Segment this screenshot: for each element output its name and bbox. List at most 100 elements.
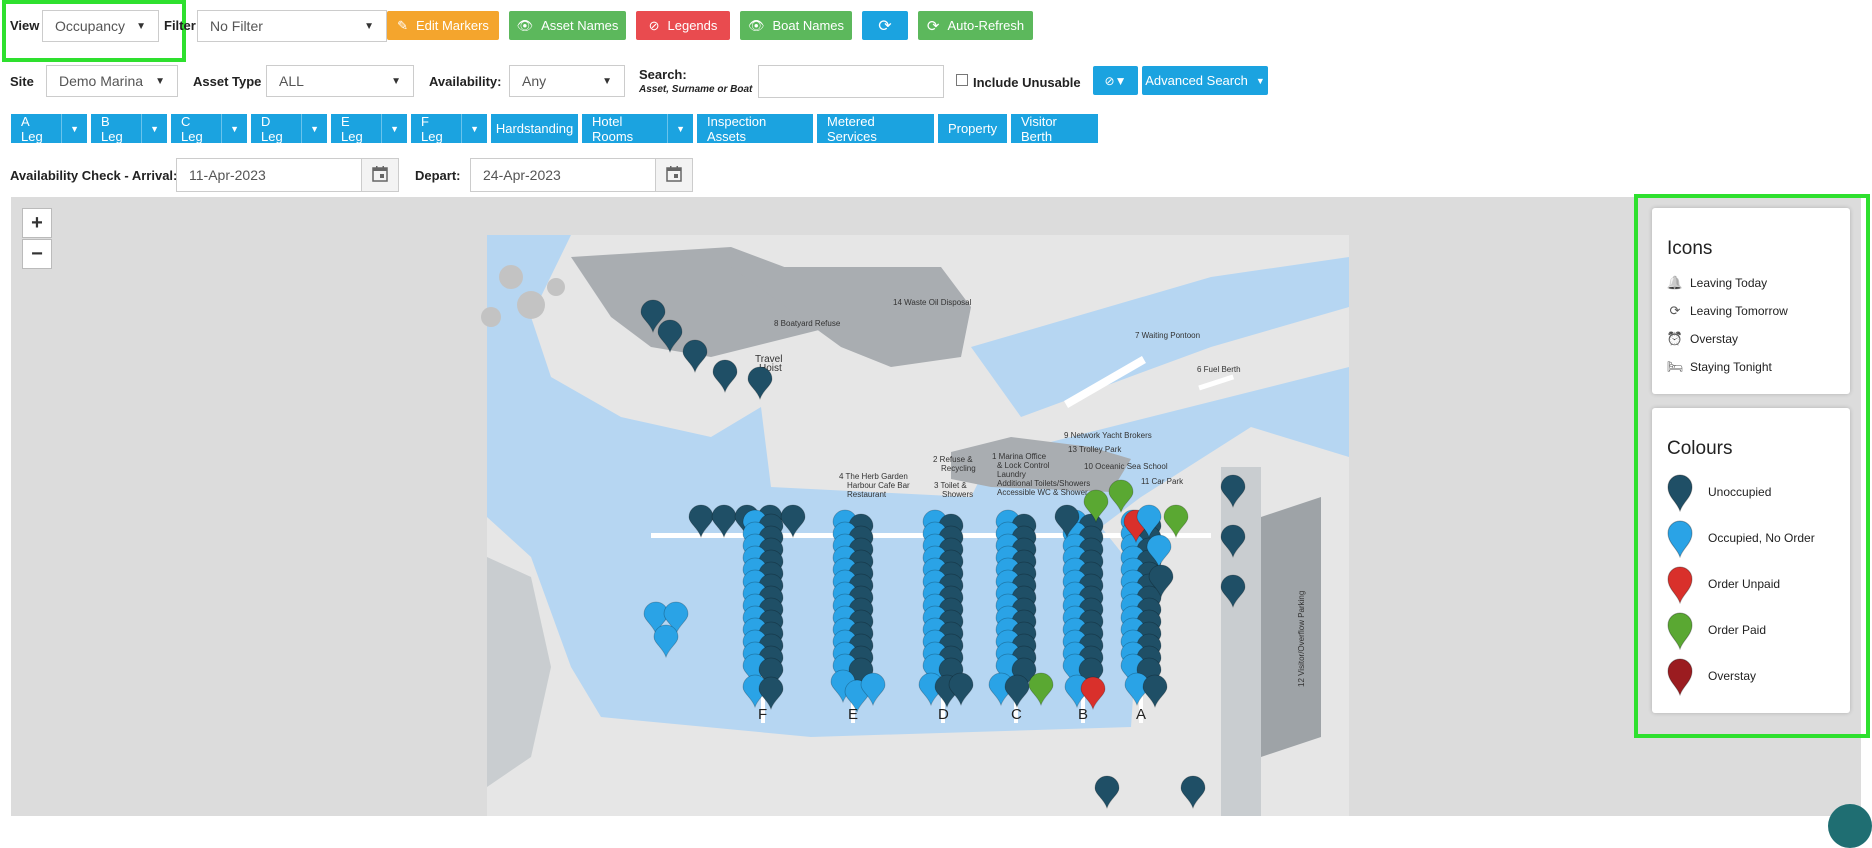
icons-legend-panel: Icons 🔔 Leaving Today ⟳ Leaving Tomorrow ⏰ Ov… — [1652, 208, 1850, 394]
colour-legend-row: Order Paid — [1666, 610, 1766, 650]
marina-map-canvas[interactable]: 14 Waste Oil Disposal8 Boatyard RefuseTr… — [11, 197, 1861, 816]
arrival-label: Availability Check - Arrival: — [10, 168, 178, 183]
depart-calendar-button[interactable] — [655, 158, 693, 192]
map-label-car-park: 11 Car Park — [1141, 477, 1184, 486]
filter-label: Filter — [164, 18, 196, 33]
map-pin-icon — [1667, 658, 1693, 696]
arrival-date-input[interactable]: 11-Apr-2023 — [176, 158, 362, 192]
search-input[interactable] — [758, 65, 944, 98]
chevron-down-icon: ▼ — [155, 75, 165, 87]
leg-button-inspection-assets[interactable]: Inspection Assets — [697, 113, 813, 144]
map-label-network-yacht: 9 Network Yacht Brokers — [1064, 431, 1152, 440]
asset-type-select[interactable]: ALL ▼ — [266, 65, 414, 97]
leg-button-metered-services[interactable]: Metered Services — [817, 113, 934, 144]
map-label-fuel-berth: 6 Fuel Berth — [1197, 365, 1241, 374]
leg-button-hotel-rooms[interactable]: Hotel Rooms ▼ — [582, 114, 693, 144]
map-label-oceanic: 10 Oceanic Sea School — [1084, 462, 1168, 471]
search-label: Search: — [639, 67, 687, 82]
icon-legend-row: ⏰ Overstay — [1666, 331, 1738, 347]
auto-refresh-button[interactable]: ⟳ Auto-Refresh — [918, 11, 1033, 40]
availability-label: Availability: — [429, 74, 502, 89]
filter-select-value: No Filter — [210, 18, 263, 34]
leg-button-label: E Leg — [341, 113, 363, 144]
leg-button-label: Inspection Assets — [707, 113, 767, 144]
caret-down-icon[interactable]: ▼ — [301, 114, 327, 143]
edit-markers-label: Edit Markers — [415, 18, 489, 33]
caret-down-icon[interactable]: ▼ — [461, 114, 487, 143]
refresh-icon: ⟳ — [878, 17, 892, 35]
depart-date-input[interactable]: 24-Apr-2023 — [470, 158, 656, 192]
map-label-toilet-1: 3 Toilet & — [934, 481, 967, 490]
leg-letter-c: C — [1011, 706, 1022, 723]
edit-markers-button[interactable]: ✎ Edit Markers — [387, 11, 499, 40]
edit-icon: ✎ — [397, 17, 408, 33]
colour-legend-label: Unoccupied — [1708, 485, 1772, 499]
map-label-herb-3: Restaurant — [847, 490, 887, 499]
leg-button-a-leg[interactable]: A Leg ▼ — [11, 113, 87, 144]
pin-shape — [1667, 566, 1693, 604]
site-label: Site — [10, 74, 34, 89]
bed-icon: 🛏 — [1666, 359, 1684, 374]
arrival-calendar-button[interactable] — [361, 158, 399, 192]
boat-names-button[interactable]: 👁 Boat Names — [740, 11, 852, 40]
icon-legend-label: Staying Tonight — [1690, 360, 1772, 374]
leg-button-label: A Leg — [21, 113, 43, 144]
marina-map[interactable]: 14 Waste Oil Disposal 8 Boatyard Refuse Tr… — [11, 197, 1861, 816]
icon-legend-label: Leaving Tomorrow — [1690, 304, 1788, 318]
caret-down-icon[interactable]: ▼ — [61, 114, 87, 143]
chevron-down-icon: ▼ — [136, 20, 146, 32]
arrival-date-value: 11-Apr-2023 — [189, 167, 266, 183]
bell-icon: 🔔 — [1666, 275, 1684, 290]
view-select[interactable]: Occupancy ▼ — [42, 10, 159, 42]
refresh-button[interactable]: ⟳ — [862, 11, 908, 40]
leg-button-d-leg[interactable]: D Leg ▼ — [251, 114, 327, 144]
refresh-icon: ⟳ — [1669, 303, 1681, 318]
leg-letter-e: E — [848, 706, 858, 723]
filter-clear-icon: ⊘▼ — [1104, 73, 1127, 88]
leg-button-hardstanding[interactable]: Hardstanding — [491, 114, 578, 143]
include-unusable-checkbox[interactable] — [956, 74, 968, 86]
map-label-trolley-park: 13 Trolley Park — [1068, 445, 1122, 454]
map-label-refuse-1: 2 Refuse & — [933, 455, 973, 464]
map-label-boatyard: 8 Boatyard Refuse — [774, 319, 841, 328]
asset-names-button[interactable]: 👁 Asset Names — [509, 11, 626, 40]
map-label-marina-office-5: Accessible WC & Shower — [997, 488, 1088, 497]
pin-shape — [1667, 658, 1693, 696]
icon-legend-label: Overstay — [1690, 332, 1739, 346]
colour-legend-row: Unoccupied — [1666, 472, 1771, 512]
chat-bubble[interactable] — [1828, 804, 1872, 848]
advanced-search-label: Advanced Search — [1145, 73, 1248, 88]
filter-select[interactable]: No Filter ▼ — [197, 10, 387, 42]
advanced-search-button[interactable]: Advanced Search ▼ — [1142, 66, 1268, 95]
leg-button-label: B Leg — [101, 113, 123, 144]
leg-letter-a: A — [1136, 706, 1146, 723]
map-label-marina-office-1: 1 Marina Office — [992, 452, 1047, 461]
chevron-down-icon: ▼ — [1255, 75, 1265, 86]
leg-button-e-leg[interactable]: E Leg ▼ — [331, 113, 407, 144]
leg-button-visitor-berth[interactable]: Visitor Berth — [1011, 114, 1098, 144]
caret-down-icon[interactable]: ▼ — [381, 114, 407, 143]
availability-select[interactable]: Any ▼ — [509, 65, 625, 97]
leg-button-property[interactable]: Property — [938, 114, 1007, 143]
icons-legend-title: Icons — [1667, 238, 1713, 259]
leg-button-b-leg[interactable]: B Leg ▼ — [91, 113, 167, 144]
caret-down-icon[interactable]: ▼ — [141, 114, 167, 143]
colours-legend-panel: Colours Unoccupied Occupied, No Order Orde… — [1652, 408, 1850, 713]
leg-button-f-leg[interactable]: F Leg ▼ — [411, 114, 487, 144]
clear-filter-button[interactable]: ⊘▼ — [1093, 66, 1138, 95]
icon-legend-row: 🔔 Leaving Today — [1666, 275, 1767, 291]
zoom-in-button[interactable]: + — [22, 208, 52, 238]
icon-legend-label: Leaving Today — [1690, 276, 1768, 290]
leg-button-c-leg[interactable]: C Leg ▼ — [171, 114, 247, 144]
map-label-marina-office-4: Additional Toilets/Showers — [997, 479, 1090, 488]
site-select[interactable]: Demo Marina ▼ — [46, 65, 178, 97]
leg-button-label: Metered Services — [827, 113, 877, 144]
caret-down-icon[interactable]: ▼ — [221, 114, 247, 143]
map-label-refuse-2: Recycling — [941, 464, 976, 473]
map-pin-icon — [1667, 612, 1693, 650]
pin-shape — [1667, 520, 1693, 558]
caret-down-icon[interactable]: ▼ — [667, 114, 693, 143]
legends-button[interactable]: ⊘ Legends — [636, 11, 730, 40]
colour-legend-label: Order Unpaid — [1708, 577, 1781, 591]
zoom-out-button[interactable]: − — [22, 239, 52, 269]
